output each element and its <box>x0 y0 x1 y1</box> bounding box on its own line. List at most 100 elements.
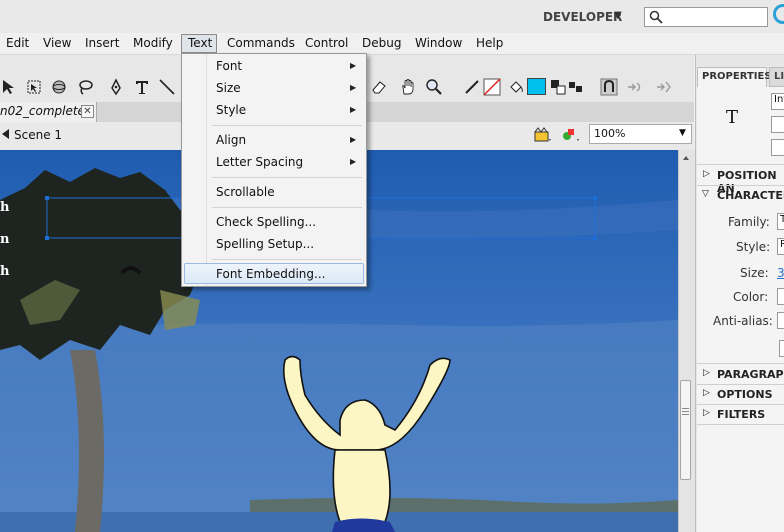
thumb-grip <box>682 414 689 415</box>
style-label: Style: <box>736 240 771 254</box>
fill-color-swatch[interactable] <box>527 78 546 95</box>
expand-arrow-icon[interactable]: ▷ <box>703 368 710 378</box>
figure-torso <box>332 449 391 523</box>
menu-item-spelling-setup[interactable]: Spelling Setup... <box>216 237 314 251</box>
properties-tab-label: PROPERTIES <box>702 71 772 82</box>
expand-arrow-icon[interactable]: ▷ <box>703 388 710 398</box>
autokern-checkbox[interactable] <box>779 340 784 357</box>
edit-symbols-icon[interactable] <box>560 126 582 144</box>
antialias-label: Anti-alias: <box>713 314 773 328</box>
document-tab-label: n02_complete* <box>0 104 91 118</box>
close-icon[interactable]: ✕ <box>81 105 94 118</box>
divider <box>697 424 784 425</box>
size-value[interactable]: 3 <box>777 266 784 280</box>
stage-text-fragment: n <box>0 232 10 247</box>
zoom-tool-icon[interactable] <box>425 78 443 96</box>
submenu-arrow-icon: ▶ <box>350 61 357 70</box>
submenu-arrow-icon: ▶ <box>350 83 357 92</box>
stroke-color-pencil-icon[interactable] <box>463 78 481 96</box>
style-select[interactable]: R <box>777 238 784 255</box>
zoom-value: 100% <box>594 127 626 140</box>
menu-debug[interactable]: Debug <box>362 36 401 50</box>
stage-text-fragment: h <box>0 200 10 215</box>
chevron-down-icon[interactable]: ▼ <box>679 128 686 138</box>
expand-arrow-icon[interactable]: ▷ <box>703 408 710 418</box>
menu-commands[interactable]: Commands <box>227 36 295 50</box>
pen-tool-icon[interactable] <box>107 78 125 96</box>
selection-tool-icon[interactable] <box>0 78 18 96</box>
divider <box>697 185 784 186</box>
menu-insert[interactable]: Insert <box>85 36 119 50</box>
scroll-up-icon[interactable] <box>681 153 691 163</box>
expand-arrow-icon[interactable]: ▷ <box>703 169 710 179</box>
menu-item-scrollable[interactable]: Scrollable <box>216 185 275 199</box>
menu-separator <box>212 207 362 208</box>
menu-item-font[interactable]: Font <box>216 59 242 73</box>
scrollbar-thumb[interactable] <box>680 380 691 480</box>
selection-handle[interactable] <box>593 196 597 200</box>
section-character[interactable]: CHARACTER <box>717 189 784 202</box>
collapse-arrow-icon[interactable]: ▽ <box>702 189 709 199</box>
menu-edit[interactable]: Edit <box>6 36 29 50</box>
instance-type-select[interactable]: Int <box>771 93 784 110</box>
snap-to-objects-icon[interactable] <box>600 78 618 96</box>
chevron-down-icon[interactable]: ▼ <box>614 10 622 21</box>
menu-item-check-spelling[interactable]: Check Spelling... <box>216 215 316 229</box>
scene-label[interactable]: Scene 1 <box>14 128 62 142</box>
color-swatch[interactable] <box>777 288 784 305</box>
size-label: Size: <box>740 266 769 280</box>
menu-item-font-embedding[interactable]: Font Embedding... <box>216 267 325 281</box>
section-paragraph[interactable]: PARAGRAPH <box>717 368 784 381</box>
text-tool-glyph: T <box>726 107 739 128</box>
library-tab-label: LI <box>774 71 784 82</box>
fill-bucket-icon[interactable] <box>507 78 525 96</box>
stroke-color-swatch-icon[interactable] <box>483 78 501 96</box>
selection-handle[interactable] <box>45 236 49 240</box>
menu-separator <box>212 259 362 260</box>
selection-handle[interactable] <box>45 196 49 200</box>
swap-colors-icon[interactable] <box>567 78 585 96</box>
black-white-swatch-icon[interactable] <box>549 78 567 96</box>
menu-item-letter-spacing[interactable]: Letter Spacing <box>216 155 303 169</box>
menu-item-align[interactable]: Align <box>216 133 246 147</box>
text-orientation-select[interactable] <box>771 116 784 133</box>
lasso-tool-icon[interactable] <box>76 78 94 96</box>
dropdown-gutter <box>206 54 207 286</box>
family-label: Family: <box>728 215 770 229</box>
menu-modify[interactable]: Modify <box>133 36 173 50</box>
submenu-arrow-icon: ▶ <box>350 105 357 114</box>
menu-window[interactable]: Window <box>415 36 462 50</box>
free-transform-tool-icon[interactable] <box>25 78 43 96</box>
divider <box>697 384 784 385</box>
submenu-arrow-icon: ▶ <box>350 135 357 144</box>
line-tool-icon[interactable] <box>158 78 176 96</box>
menu-control[interactable]: Control <box>305 36 348 50</box>
submenu-arrow-icon: ▶ <box>350 157 357 166</box>
divider <box>697 404 784 405</box>
hand-tool-icon[interactable] <box>399 78 417 96</box>
menu-separator <box>212 125 362 126</box>
smooth-icon[interactable] <box>626 78 644 96</box>
menu-help[interactable]: Help <box>476 36 503 50</box>
edit-scene-icon[interactable] <box>533 126 553 144</box>
menu-text[interactable]: Text <box>188 36 212 50</box>
text-menu-dropdown <box>181 53 367 287</box>
selection-handle[interactable] <box>593 236 597 240</box>
divider <box>697 164 784 165</box>
family-select[interactable]: T <box>777 213 784 230</box>
section-options[interactable]: OPTIONS <box>717 388 773 401</box>
straighten-icon[interactable] <box>655 78 673 96</box>
menu-view[interactable]: View <box>43 36 71 50</box>
back-arrow-icon[interactable] <box>0 128 10 140</box>
menu-item-size[interactable]: Size <box>216 81 241 95</box>
text-tool-icon[interactable] <box>133 78 151 96</box>
antialias-select[interactable] <box>777 312 784 329</box>
menu-separator <box>212 177 362 178</box>
divider <box>697 363 784 364</box>
text-direction-select[interactable] <box>771 139 784 156</box>
eraser-tool-icon[interactable] <box>370 78 388 96</box>
3d-rotation-tool-icon[interactable] <box>50 78 68 96</box>
section-filters[interactable]: FILTERS <box>717 408 765 421</box>
menu-item-style[interactable]: Style <box>216 103 246 117</box>
workspace-switcher[interactable]: DEVELOPER <box>543 10 622 24</box>
